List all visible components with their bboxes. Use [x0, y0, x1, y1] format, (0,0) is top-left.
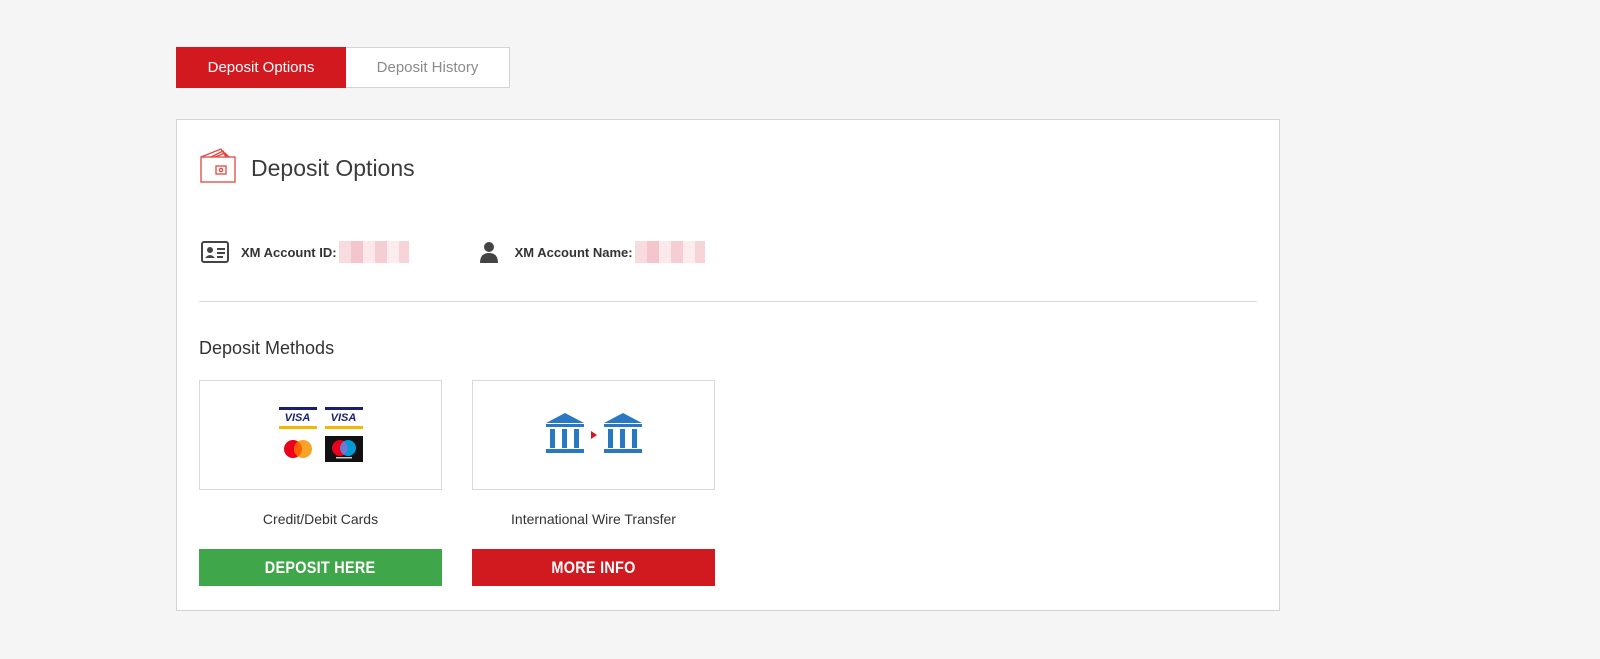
deposit-page: Deposit Options Deposit History Deposit …: [0, 0, 1600, 659]
method-international-wire-transfer: International Wire Transfer MORE INFO: [472, 380, 715, 586]
deposit-here-button[interactable]: DEPOSIT HERE: [199, 549, 442, 586]
maestro-logo-icon: [324, 435, 363, 462]
more-info-button[interactable]: MORE INFO: [472, 549, 715, 586]
method-credit-debit-cards: VISA VISA Credit/Debit Cards DEPOSIT HER…: [199, 380, 442, 586]
wallet-icon: [199, 147, 237, 190]
method-name: International Wire Transfer: [511, 511, 676, 527]
method-name: Credit/Debit Cards: [262, 511, 379, 527]
tab-deposit-history[interactable]: Deposit History: [346, 47, 510, 88]
divider: [199, 301, 1257, 302]
visa-electron-logo-icon: VISA: [324, 406, 363, 429]
account-name: XM Account Name:: [475, 240, 705, 264]
id-card-icon: [201, 240, 229, 264]
account-info: XM Account ID: XM Account Name:: [201, 240, 705, 264]
method-wire-tile[interactable]: [472, 380, 715, 490]
panel-header: Deposit Options: [199, 147, 415, 190]
deposit-options-panel: Deposit Options XM Account ID: XM Accoun…: [176, 119, 1280, 611]
visa-logo-icon: VISA: [278, 406, 317, 429]
card-logos: VISA VISA: [278, 406, 363, 464]
method-card-tile[interactable]: VISA VISA: [199, 380, 442, 490]
account-id: XM Account ID:: [201, 240, 409, 264]
account-id-value-redacted: [338, 241, 409, 263]
bank-transfer-icon: [545, 410, 643, 461]
deposit-methods-title: Deposit Methods: [199, 338, 335, 358]
account-id-label: XM Account ID:: [241, 244, 337, 260]
account-name-label: XM Account Name:: [514, 244, 633, 260]
mastercard-logo-icon: [279, 436, 317, 462]
account-name-value-redacted: [634, 241, 705, 263]
tab-deposit-options[interactable]: Deposit Options: [176, 47, 346, 88]
user-icon: [475, 240, 503, 264]
deposit-tabs: Deposit Options Deposit History: [176, 47, 510, 88]
panel-title: Deposit Options: [251, 155, 415, 181]
